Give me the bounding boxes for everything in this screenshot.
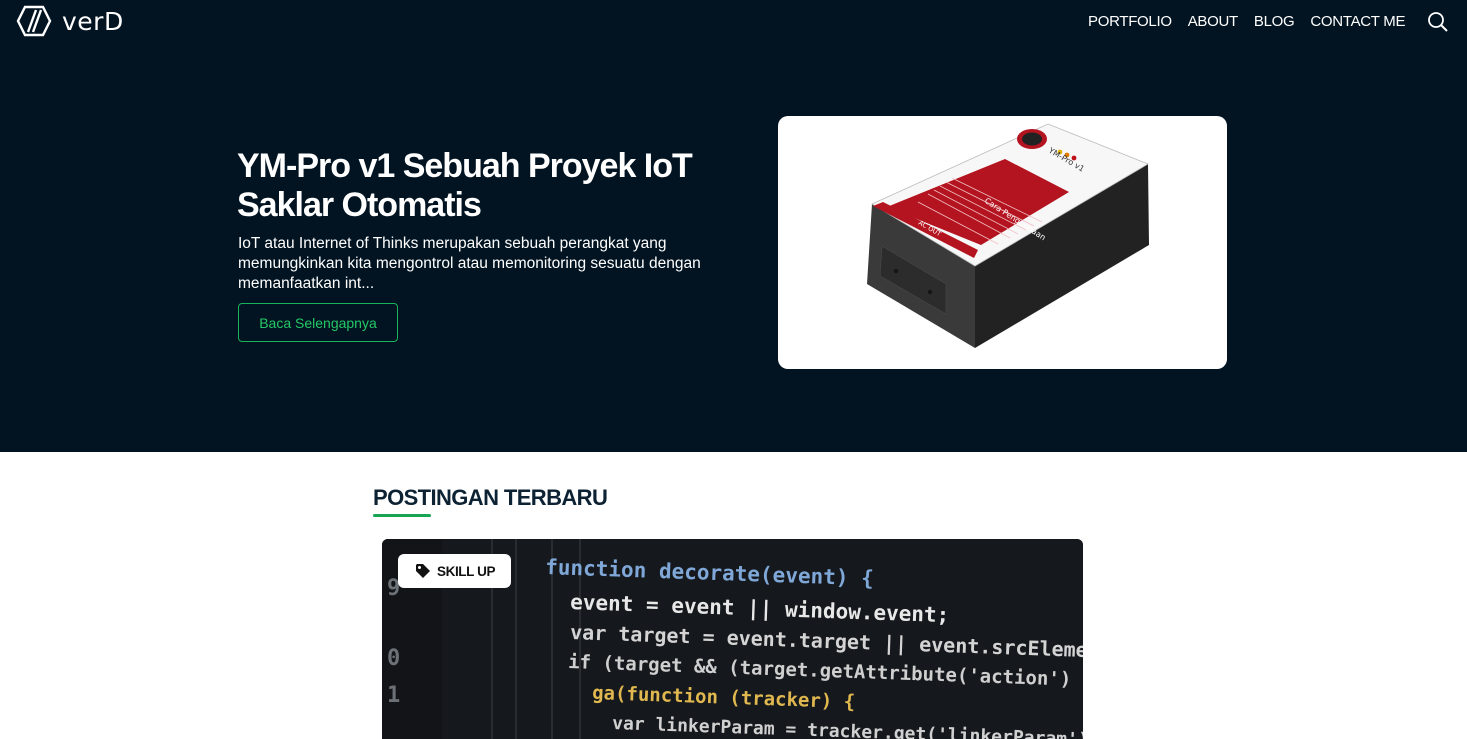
category-tag-label: SKILL UP (437, 563, 496, 579)
menu-item-blog[interactable]: BLOG (1254, 12, 1295, 32)
code-line-number: 0 (387, 646, 400, 671)
category-tag[interactable]: SKILL UP (398, 554, 512, 588)
iot-device-illustration: Cara Penggunaan AC OUT YM-Pro v1 (867, 123, 1149, 348)
site-logo[interactable]: verD (16, 4, 124, 38)
code-line-number: 1 (387, 683, 400, 708)
logo-text: verD (62, 6, 124, 36)
search-icon[interactable] (1427, 11, 1449, 33)
logo-icon (16, 5, 52, 37)
hero-image[interactable]: Cara Penggunaan AC OUT YM-Pro v1 (778, 116, 1227, 369)
section-title-latest-posts: POSTINGAN TERBARU (373, 485, 608, 510)
main-menu: PORTFOLIO ABOUT BLOG CONTACT ME (1088, 12, 1421, 32)
hero-section: YM-Pro v1 Sebuah Proyek IoT Saklar Otoma… (0, 44, 1467, 452)
hero-title: YM-Pro v1 Sebuah Proyek IoT Saklar Otoma… (237, 147, 693, 224)
read-more-button[interactable]: Baca Selengapnya (238, 303, 398, 342)
menu-item-contact[interactable]: CONTACT ME (1310, 12, 1405, 32)
menu-item-about[interactable]: ABOUT (1188, 12, 1238, 32)
post-card[interactable]: 9 0 1 function decorate(event) { event =… (382, 539, 1083, 739)
section-title-underline (373, 514, 431, 517)
menu-item-portfolio[interactable]: PORTFOLIO (1088, 12, 1172, 32)
tag-icon (416, 564, 430, 578)
hero-description: IoT atau Internet of Thinks merupakan se… (238, 235, 701, 292)
top-navbar: verD PORTFOLIO ABOUT BLOG CONTACT ME (0, 0, 1467, 44)
